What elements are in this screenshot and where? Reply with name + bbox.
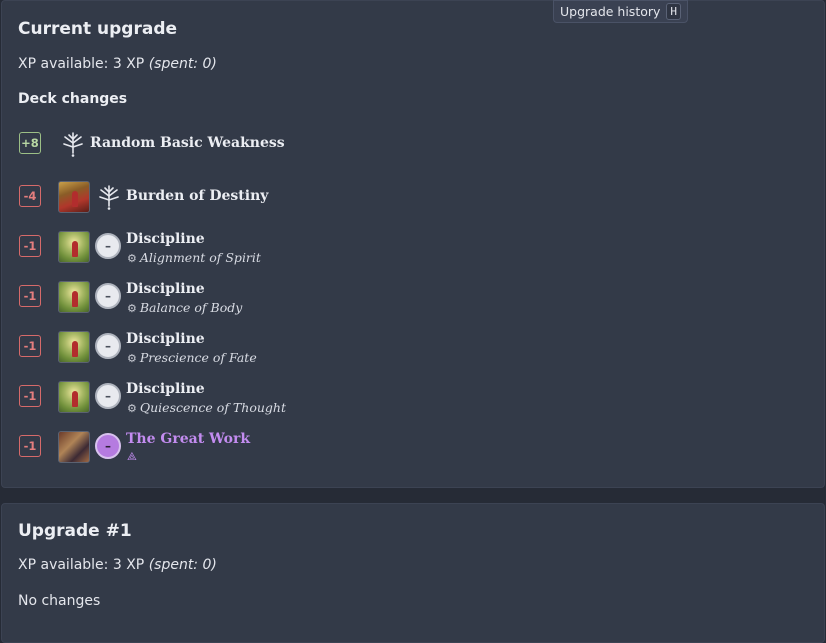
deck-change-row[interactable]: -1 – Discipline ⚙ Balance of Body [2,281,824,315]
card-title[interactable]: Discipline [126,281,205,297]
card-thumbnail[interactable] [58,281,90,313]
deck-change-row[interactable]: +8 Random Basic Weakness [2,128,824,160]
card-thumbnail[interactable] [58,331,90,363]
card-title[interactable]: Discipline [126,381,205,397]
card-thumbnail[interactable] [58,381,90,413]
deck-change-row[interactable]: -1 – Discipline ⚙ Prescience of Fate [2,331,824,365]
slot-icon: – [95,283,121,309]
current-upgrade-panel: Upgrade history H Current upgrade XP ava… [1,0,825,488]
upgrade-history-label: Upgrade history [560,4,661,19]
current-xp-spent: (spent: 0) [148,56,217,72]
upgrade-1-xp-spent: (spent: 0) [148,557,217,573]
slot-icon: – [95,433,121,459]
gear-icon: ⚙ [127,352,137,365]
quantity-badge: -1 [19,285,41,307]
upgrade-1-xp-line: XP available: 3 XP (spent: 0) [18,557,217,573]
upgrade-history-shortcut: H [666,3,682,20]
card-thumbnail[interactable] [58,231,90,263]
quantity-badge: -4 [19,185,41,207]
slot-icon: – [95,333,121,359]
upgrade-1-xp-available: XP available: 3 XP [18,557,145,573]
card-title[interactable]: Discipline [126,231,205,247]
card-title[interactable]: Random Basic Weakness [90,135,285,151]
slot-icon: – [95,233,121,259]
card-subtitle: ⚙ Prescience of Fate [127,350,257,365]
no-changes-text: No changes [18,593,101,609]
card-title[interactable]: Burden of Destiny [126,188,268,204]
weakness-icon [63,132,83,157]
card-title[interactable]: The Great Work [126,431,250,447]
gear-icon: ⚙ [127,302,137,315]
gear-icon: ⚙ [127,252,137,265]
current-xp-line: XP available: 3 XP (spent: 0) [18,56,217,72]
deck-changes-heading: Deck changes [18,91,128,107]
card-subtitle: ⚙ Quiescence of Thought [127,400,286,415]
quantity-badge: -1 [19,435,41,457]
quantity-badge: -1 [19,235,41,257]
current-xp-available: XP available: 3 XP [18,56,145,72]
quantity-badge: +8 [19,132,41,154]
deck-change-row[interactable]: -1 – The Great Work ⟁ [2,431,824,463]
upgrade-history-button[interactable]: Upgrade history H [553,0,689,23]
quantity-badge: -1 [19,385,41,407]
current-upgrade-title: Current upgrade [18,19,178,39]
card-subtitle: ⚙ Alignment of Spirit [127,250,261,265]
deck-change-row[interactable]: -1 – Discipline ⚙ Quiescence of Thought [2,381,824,415]
upgrade-1-panel: Upgrade #1 XP available: 3 XP (spent: 0)… [1,503,825,643]
deck-change-row[interactable]: -4 Burden of Destiny [2,181,824,213]
deck-change-row[interactable]: -1 – Discipline ⚙ Alignment of Spirit [2,231,824,265]
gear-icon: ⚙ [127,402,137,415]
card-title[interactable]: Discipline [126,331,205,347]
upgrade-1-title: Upgrade #1 [18,521,132,541]
weakness-icon [99,185,119,210]
mystic-class-icon: ⟁ [127,450,137,463]
card-subtitle: ⚙ Balance of Body [127,300,243,315]
slot-icon: – [95,383,121,409]
card-thumbnail[interactable] [58,181,90,213]
card-thumbnail[interactable] [58,431,90,463]
quantity-badge: -1 [19,335,41,357]
